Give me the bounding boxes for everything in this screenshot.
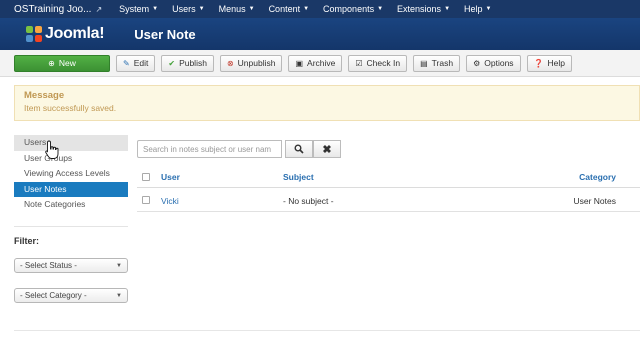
edit-button-label: Edit: [133, 58, 149, 68]
checkin-button-label: Check In: [366, 58, 401, 68]
search-button[interactable]: [285, 140, 313, 158]
filter-label: Filter:: [14, 236, 40, 246]
top-navbar: OSTraining Joo... ↗ System ▼ Users ▼ Menus…: [0, 0, 640, 18]
status-select-value: - Select Status -: [20, 261, 77, 270]
sidebar-item-viewing-access-levels[interactable]: Viewing Access Levels: [14, 166, 128, 182]
sidebar-divider: [14, 225, 128, 227]
joomla-logo-icon: [26, 26, 42, 42]
search-input[interactable]: Search in notes subject or user nam: [137, 140, 282, 158]
search-placeholder: Search in notes subject or user nam: [143, 144, 272, 154]
menu-content-label: Content: [268, 4, 301, 14]
archive-icon: ▣: [295, 58, 304, 68]
unpublish-icon: ⊗: [226, 58, 234, 68]
joomla-logo[interactable]: Joomla!: [0, 25, 105, 43]
caret-down-icon: ▼: [248, 6, 255, 12]
menu-menus[interactable]: Menus ▼: [212, 4, 262, 14]
sidebar-item-user-groups[interactable]: User Groups: [14, 151, 128, 167]
chevron-down-icon: ▼: [116, 262, 122, 269]
trash-button[interactable]: ▤ Trash: [413, 54, 461, 72]
sidebar-item-label: Note Categories: [24, 199, 86, 209]
trash-button-label: Trash: [431, 58, 454, 68]
gear-icon: ⚙: [473, 58, 481, 68]
category-select[interactable]: - Select Category - ▼: [14, 288, 128, 303]
sidebar-item-label: User Notes: [24, 183, 67, 194]
publish-button[interactable]: ✔ Publish: [161, 54, 214, 72]
user-link[interactable]: Vicki: [161, 196, 179, 206]
category-select-value: - Select Category -: [20, 291, 87, 300]
sidebar: Users User Groups Viewing Access Levels …: [14, 135, 128, 227]
menu-extensions-label: Extensions: [397, 4, 442, 14]
caret-down-icon: ▼: [303, 6, 310, 12]
publish-button-label: Publish: [179, 58, 207, 68]
message-text: Item successfully saved.: [24, 103, 117, 113]
message-heading: Message: [24, 90, 65, 101]
menu-components[interactable]: Components ▼: [316, 4, 390, 14]
edit-button[interactable]: ✎ Edit: [116, 54, 156, 72]
close-icon: ✖: [322, 143, 332, 156]
menu-system[interactable]: System ▼: [112, 4, 165, 14]
subject-cell: - No subject -: [283, 196, 334, 206]
notes-table: User Subject Category Vicki - No subject…: [137, 166, 640, 212]
caret-down-icon: ▼: [485, 6, 492, 12]
unpublish-button-label: Unpublish: [237, 58, 276, 68]
sidebar-item-label: Viewing Access Levels: [24, 168, 110, 178]
page-header: Joomla! User Note: [0, 18, 640, 50]
archive-button[interactable]: ▣ Archive: [288, 54, 343, 72]
check-icon: ✔: [168, 58, 176, 68]
caret-down-icon: ▼: [377, 6, 384, 12]
sidebar-item-label: Users: [24, 137, 47, 147]
caret-down-icon: ▼: [198, 6, 205, 12]
search-icon: [294, 144, 304, 154]
category-cell: User Notes: [573, 196, 616, 206]
clear-button[interactable]: ✖: [313, 140, 341, 158]
plus-icon: ⊕: [48, 58, 55, 68]
sidebar-item-users[interactable]: Users: [14, 135, 128, 151]
checkbox-icon: ☑: [355, 58, 363, 68]
menu-content[interactable]: Content ▼: [262, 4, 316, 14]
status-select[interactable]: - Select Status - ▼: [14, 258, 128, 273]
options-button[interactable]: ⚙ Options: [466, 54, 521, 72]
logo-text: Joomla!: [45, 25, 105, 42]
column-header-category[interactable]: Category: [579, 172, 616, 182]
help-button-label: Help: [547, 58, 565, 68]
caret-down-icon: ▼: [444, 6, 451, 12]
trash-icon: ▤: [420, 58, 428, 68]
column-header-subject[interactable]: Subject: [283, 172, 314, 182]
menu-users-label: Users: [172, 4, 196, 14]
help-button[interactable]: ❓ Help: [526, 54, 572, 72]
menu-components-label: Components: [323, 4, 375, 14]
table-header-row: User Subject Category: [137, 166, 640, 188]
new-button[interactable]: ⊕ New: [14, 54, 110, 72]
success-message: Message Item successfully saved.: [14, 85, 640, 121]
caret-down-icon: ▼: [152, 6, 159, 12]
menu-system-label: System: [119, 4, 150, 14]
menu-users[interactable]: Users ▼: [165, 4, 211, 14]
page-title: User Note: [134, 26, 196, 42]
site-link[interactable]: OSTraining Joo... ↗: [0, 4, 112, 15]
row-checkbox[interactable]: [142, 196, 150, 204]
menu-menus-label: Menus: [218, 4, 246, 14]
new-button-label: New: [58, 58, 76, 68]
edit-icon: ✎: [123, 58, 130, 68]
site-name: OSTraining Joo...: [14, 3, 92, 15]
question-icon: ❓: [533, 58, 544, 68]
menu-help-label: Help: [464, 4, 483, 14]
options-button-label: Options: [484, 58, 514, 68]
sidebar-item-note-categories[interactable]: Note Categories: [14, 197, 128, 213]
toolbar: ⊕ New ✎ Edit ✔ Publish ⊗ Unpublish ▣ Arc…: [0, 50, 640, 77]
menu-help[interactable]: Help ▼: [457, 4, 498, 14]
checkin-button[interactable]: ☑ Check In: [348, 54, 408, 72]
archive-button-label: Archive: [307, 58, 336, 68]
sidebar-item-user-notes[interactable]: User Notes: [14, 181, 128, 197]
hand-cursor-icon: [45, 140, 59, 159]
select-all-checkbox[interactable]: [142, 173, 150, 181]
footer-divider: [14, 330, 640, 331]
chevron-down-icon: ▼: [116, 292, 122, 299]
unpublish-button[interactable]: ⊗ Unpublish: [219, 54, 283, 72]
column-header-user[interactable]: User: [161, 172, 180, 182]
table-row: Vicki - No subject - User Notes: [137, 188, 640, 212]
menu-extensions[interactable]: Extensions ▼: [390, 4, 457, 14]
external-link-icon: ↗: [95, 4, 103, 14]
